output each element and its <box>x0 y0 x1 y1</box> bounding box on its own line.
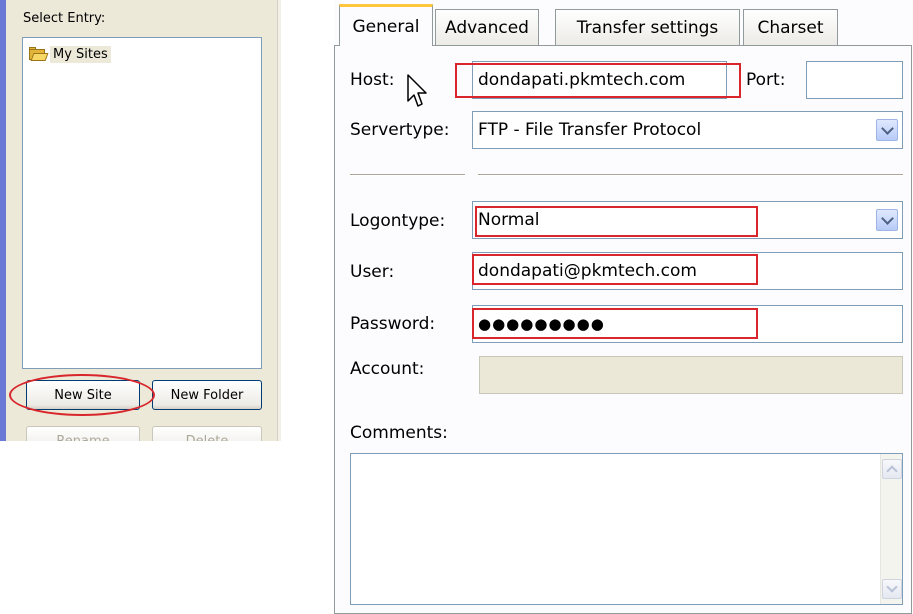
scroll-up-icon[interactable] <box>882 459 902 479</box>
logontype-label: Logontype: <box>350 211 446 231</box>
chevron-down-icon[interactable] <box>876 119 898 141</box>
comments-scrollbar[interactable] <box>880 454 902 604</box>
tab-general[interactable]: General <box>339 4 433 46</box>
mouse-pointer-icon <box>407 74 427 107</box>
site-settings-panel: General Advanced Transfer settings Chars… <box>334 0 913 614</box>
delete-button[interactable]: Delete <box>152 426 262 441</box>
separator-left <box>350 174 465 176</box>
chevron-down-icon[interactable] <box>876 209 898 231</box>
tree-item-my-sites[interactable]: My Sites <box>29 44 111 64</box>
servertype-value: FTP - File Transfer Protocol <box>478 120 702 140</box>
panel-accent-strip <box>0 0 6 441</box>
password-input[interactable]: ●●●●●●●●● <box>472 305 903 343</box>
tab-advanced[interactable]: Advanced <box>435 9 539 45</box>
comments-textarea[interactable] <box>350 453 903 605</box>
tab-strip: General Advanced Transfer settings Chars… <box>334 0 913 46</box>
tab-transfer-settings[interactable]: Transfer settings <box>555 9 740 45</box>
servertype-label: Servertype: <box>350 120 450 140</box>
port-label: Port: <box>746 70 786 90</box>
account-label: Account: <box>350 359 425 379</box>
folder-icon <box>29 47 49 61</box>
user-input[interactable]: dondapati@pkmtech.com <box>472 252 903 290</box>
logontype-value: Normal <box>478 210 540 230</box>
rename-button[interactable]: Rename <box>26 426 140 441</box>
port-input[interactable] <box>806 61 903 99</box>
site-manager-panel: Select Entry: My Sites New Site New Fold… <box>0 0 281 441</box>
separator-right <box>478 174 903 176</box>
comments-label: Comments: <box>350 423 448 443</box>
site-tree[interactable]: My Sites <box>22 37 262 369</box>
tab-charset[interactable]: Charset <box>743 9 838 45</box>
logontype-select[interactable]: Normal <box>472 201 903 239</box>
general-tab-page: Host: dondapati.pkmtech.com Port: Server… <box>334 45 912 614</box>
panel-edge <box>277 0 281 441</box>
tree-item-label: My Sites <box>50 45 111 63</box>
user-label: User: <box>350 262 395 282</box>
account-input <box>479 356 903 394</box>
servertype-select[interactable]: FTP - File Transfer Protocol <box>472 111 903 149</box>
scroll-down-icon[interactable] <box>882 579 902 599</box>
password-label: Password: <box>350 314 436 334</box>
new-site-button[interactable]: New Site <box>26 380 140 410</box>
host-label: Host: <box>350 70 395 90</box>
select-entry-label: Select Entry: <box>23 11 106 26</box>
new-folder-button[interactable]: New Folder <box>152 380 262 410</box>
host-input[interactable]: dondapati.pkmtech.com <box>472 61 727 99</box>
